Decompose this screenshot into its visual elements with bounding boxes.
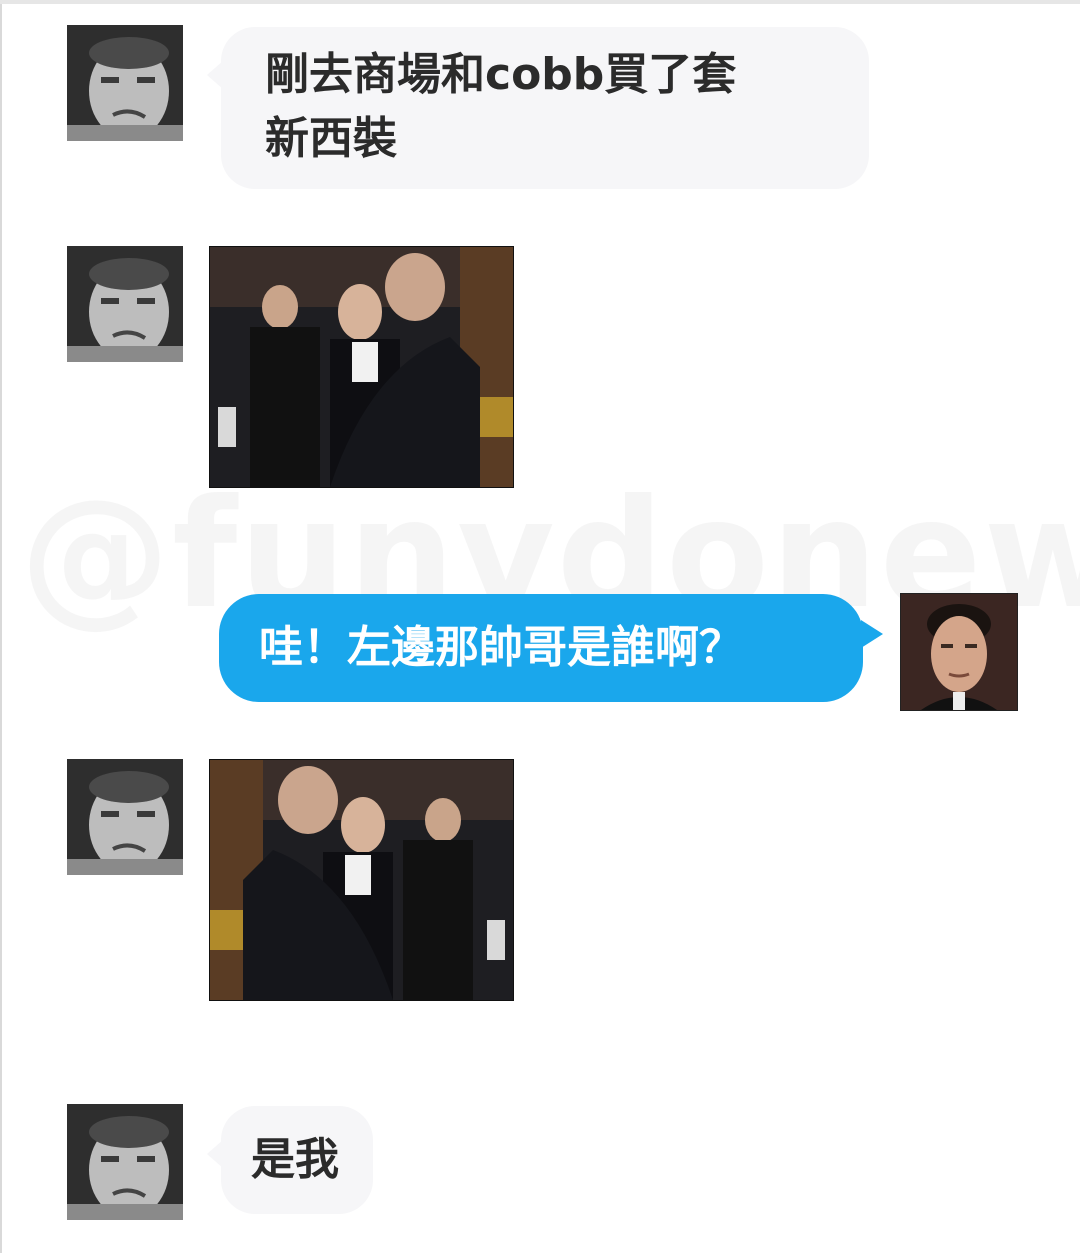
contact-avatar[interactable] — [67, 759, 183, 875]
user-avatar[interactable] — [900, 593, 1018, 711]
avatar-face-icon — [67, 25, 183, 141]
bubble-tail — [207, 61, 223, 89]
avatar-face-icon — [901, 594, 1017, 710]
photo-two-men-hugging-icon — [210, 247, 513, 487]
message-text: 是我 — [251, 1134, 339, 1185]
message-bubble-incoming[interactable]: 剛去商場和cobb買了套 新西裝 — [207, 27, 869, 189]
frame-border-top — [0, 0, 1080, 4]
message-bubble-incoming[interactable]: 是我 — [207, 1106, 373, 1214]
contact-avatar[interactable] — [67, 1104, 183, 1220]
contact-avatar[interactable] — [67, 25, 183, 141]
frame-border-left — [0, 0, 2, 1253]
message-bubble-outgoing[interactable]: 哇！左邊那帥哥是誰啊？ — [219, 594, 883, 702]
avatar-face-icon — [67, 759, 183, 875]
message-photo[interactable] — [209, 246, 514, 488]
message-photo[interactable] — [209, 759, 514, 1001]
avatar-face-icon — [67, 1104, 183, 1220]
message-text: 哇！左邊那帥哥是誰啊？ — [259, 622, 743, 673]
message-text-line2: 新西裝 — [265, 113, 397, 164]
photo-two-men-hugging-mirrored-icon — [210, 760, 513, 1000]
bubble-tail — [861, 620, 883, 648]
bubble-tail — [207, 1140, 223, 1168]
message-text-line1: 剛去商場和cobb買了套 — [265, 49, 737, 100]
avatar-face-icon — [67, 246, 183, 362]
contact-avatar[interactable] — [67, 246, 183, 362]
